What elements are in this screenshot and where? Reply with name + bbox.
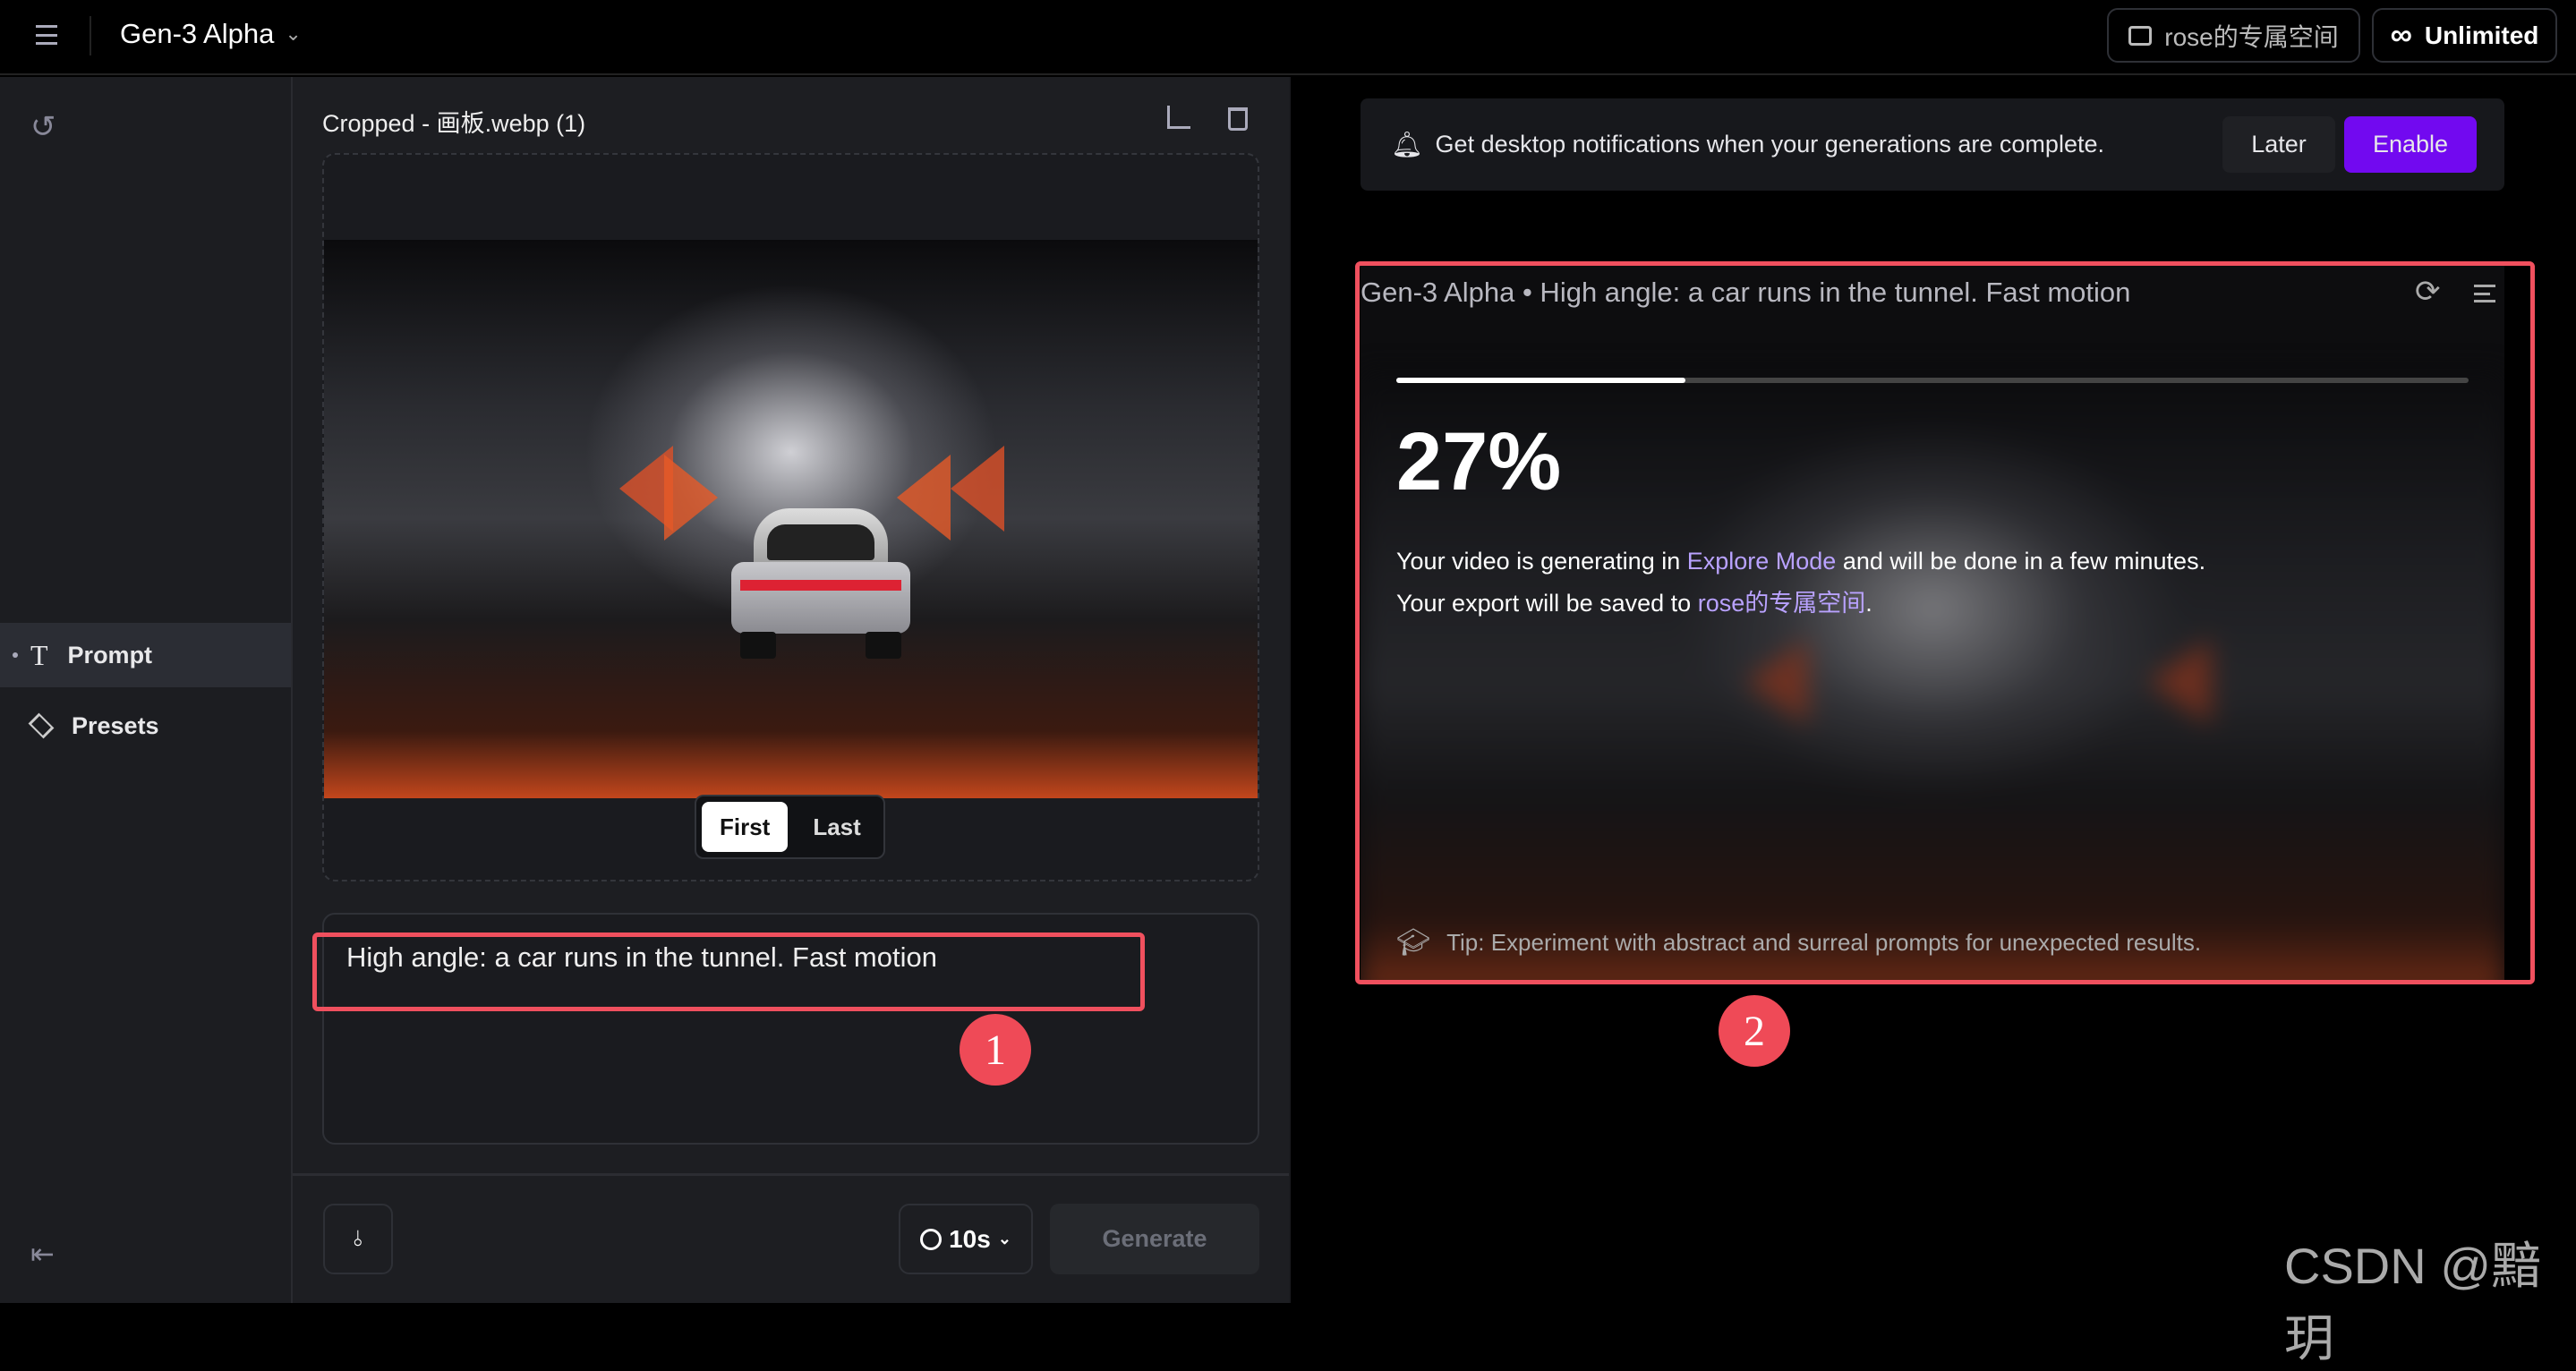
image-upload-area[interactable] [322,153,1259,881]
trash-icon[interactable] [1228,107,1248,131]
car [731,508,910,660]
notification-message: Get desktop notifications when your gene… [1435,131,2104,158]
uploaded-image [324,240,1258,798]
layers-icon [28,712,55,739]
frame-toggle: First Last [695,795,885,859]
app-title: Gen-3 Alpha [120,18,275,49]
sidebar: ↺ T Prompt Presets ⇤ [0,77,293,1303]
annotation-box-2 [1355,261,2535,984]
folder-icon [2128,25,2153,46]
sidebar-item-label: Presets [72,711,159,739]
chevron-shape [664,455,718,541]
divider [90,16,91,55]
workspace-button[interactable]: rose的专属空间 [2107,8,2360,63]
annotation-box-1 [312,932,1145,1011]
annotation-marker-2: 2 [1719,995,1790,1067]
duration-value: 10s [949,1224,991,1253]
model-selector[interactable]: Gen-3 Alpha ⌄ [120,18,302,50]
workspace-label: rose的专属空间 [2164,22,2339,51]
duration-select[interactable]: 10s ⌄ [899,1204,1033,1274]
enable-button[interactable]: Enable [2344,116,2477,173]
bell-icon: 🔔︎ [1391,131,1423,158]
plan-label: Unlimited [2424,21,2539,49]
chevron-shape [951,446,1004,532]
chevron-down-icon: ⌄ [285,22,302,45]
collapse-sidebar-icon[interactable]: ⇤ [30,1237,55,1271]
chevron-down-icon: ⌄ [997,1230,1011,1248]
settings-button[interactable]: ⫰ [323,1204,393,1274]
first-frame-option[interactable]: First [702,802,789,852]
watermark: CSDN @黯玥 [2284,1238,2542,1367]
last-frame-option[interactable]: Last [795,802,878,852]
divider [293,1173,1289,1176]
menu-icon[interactable] [36,25,57,45]
crop-icon[interactable] [1167,106,1190,129]
sidebar-item-prompt[interactable]: T Prompt [0,623,291,687]
image-title: Cropped - 画板.webp (1) [322,110,586,137]
active-dot [13,652,18,658]
sliders-icon: ⫰ [353,1226,363,1251]
later-button[interactable]: Later [2222,116,2335,173]
reset-icon[interactable]: ↺ [30,109,56,145]
timer-icon [920,1228,943,1250]
annotation-marker-1: 1 [960,1014,1031,1086]
plan-button[interactable]: ∞ Unlimited [2372,8,2557,63]
infinity-icon: ∞ [2390,18,2412,52]
text-icon: T [30,638,48,671]
sidebar-item-presets[interactable]: Presets [0,694,291,758]
sidebar-item-label: Prompt [67,641,153,668]
top-bar: Gen-3 Alpha ⌄ rose的专属空间 ∞ Unlimited [0,0,2576,75]
notification-banner: 🔔︎ Get desktop notifications when your g… [1361,98,2504,191]
generate-button[interactable]: Generate [1050,1204,1259,1274]
